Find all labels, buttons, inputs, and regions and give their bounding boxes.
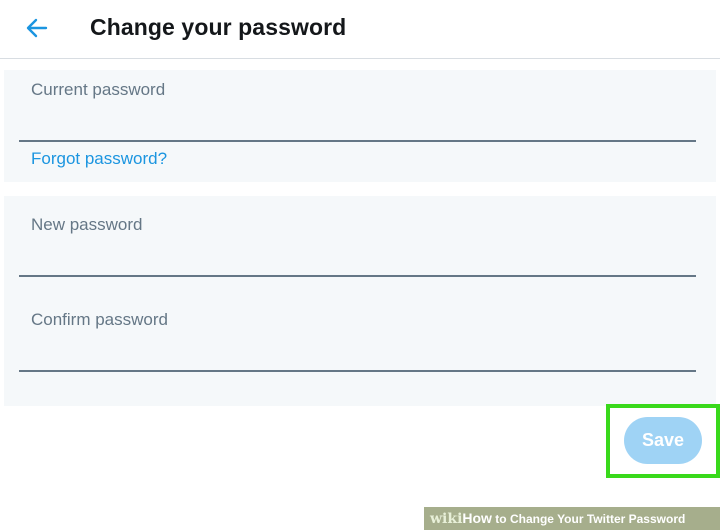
confirm-password-field[interactable]: Confirm password: [19, 302, 696, 372]
new-password-field[interactable]: New password: [19, 207, 696, 277]
arrow-left-icon[interactable]: [24, 15, 50, 41]
confirm-password-input[interactable]: [31, 344, 681, 364]
current-password-label: Current password: [31, 80, 166, 99]
page-header: Change your password: [0, 0, 720, 59]
watermark-text: to Change Your Twitter Password: [491, 512, 686, 526]
confirm-password-label: Confirm password: [31, 310, 168, 329]
current-password-field[interactable]: Current password: [19, 72, 696, 142]
watermark-how: How: [462, 510, 492, 526]
page-title: Change your password: [90, 14, 347, 40]
current-password-input[interactable]: [31, 114, 681, 134]
wikihow-watermark: wikiHow to Change Your Twitter Password: [424, 507, 720, 530]
watermark-wiki: wiki: [430, 511, 463, 527]
new-password-input[interactable]: [31, 249, 681, 269]
new-password-label: New password: [31, 215, 143, 234]
forgot-password-link[interactable]: Forgot password?: [31, 149, 167, 169]
save-button[interactable]: Save: [624, 417, 702, 464]
